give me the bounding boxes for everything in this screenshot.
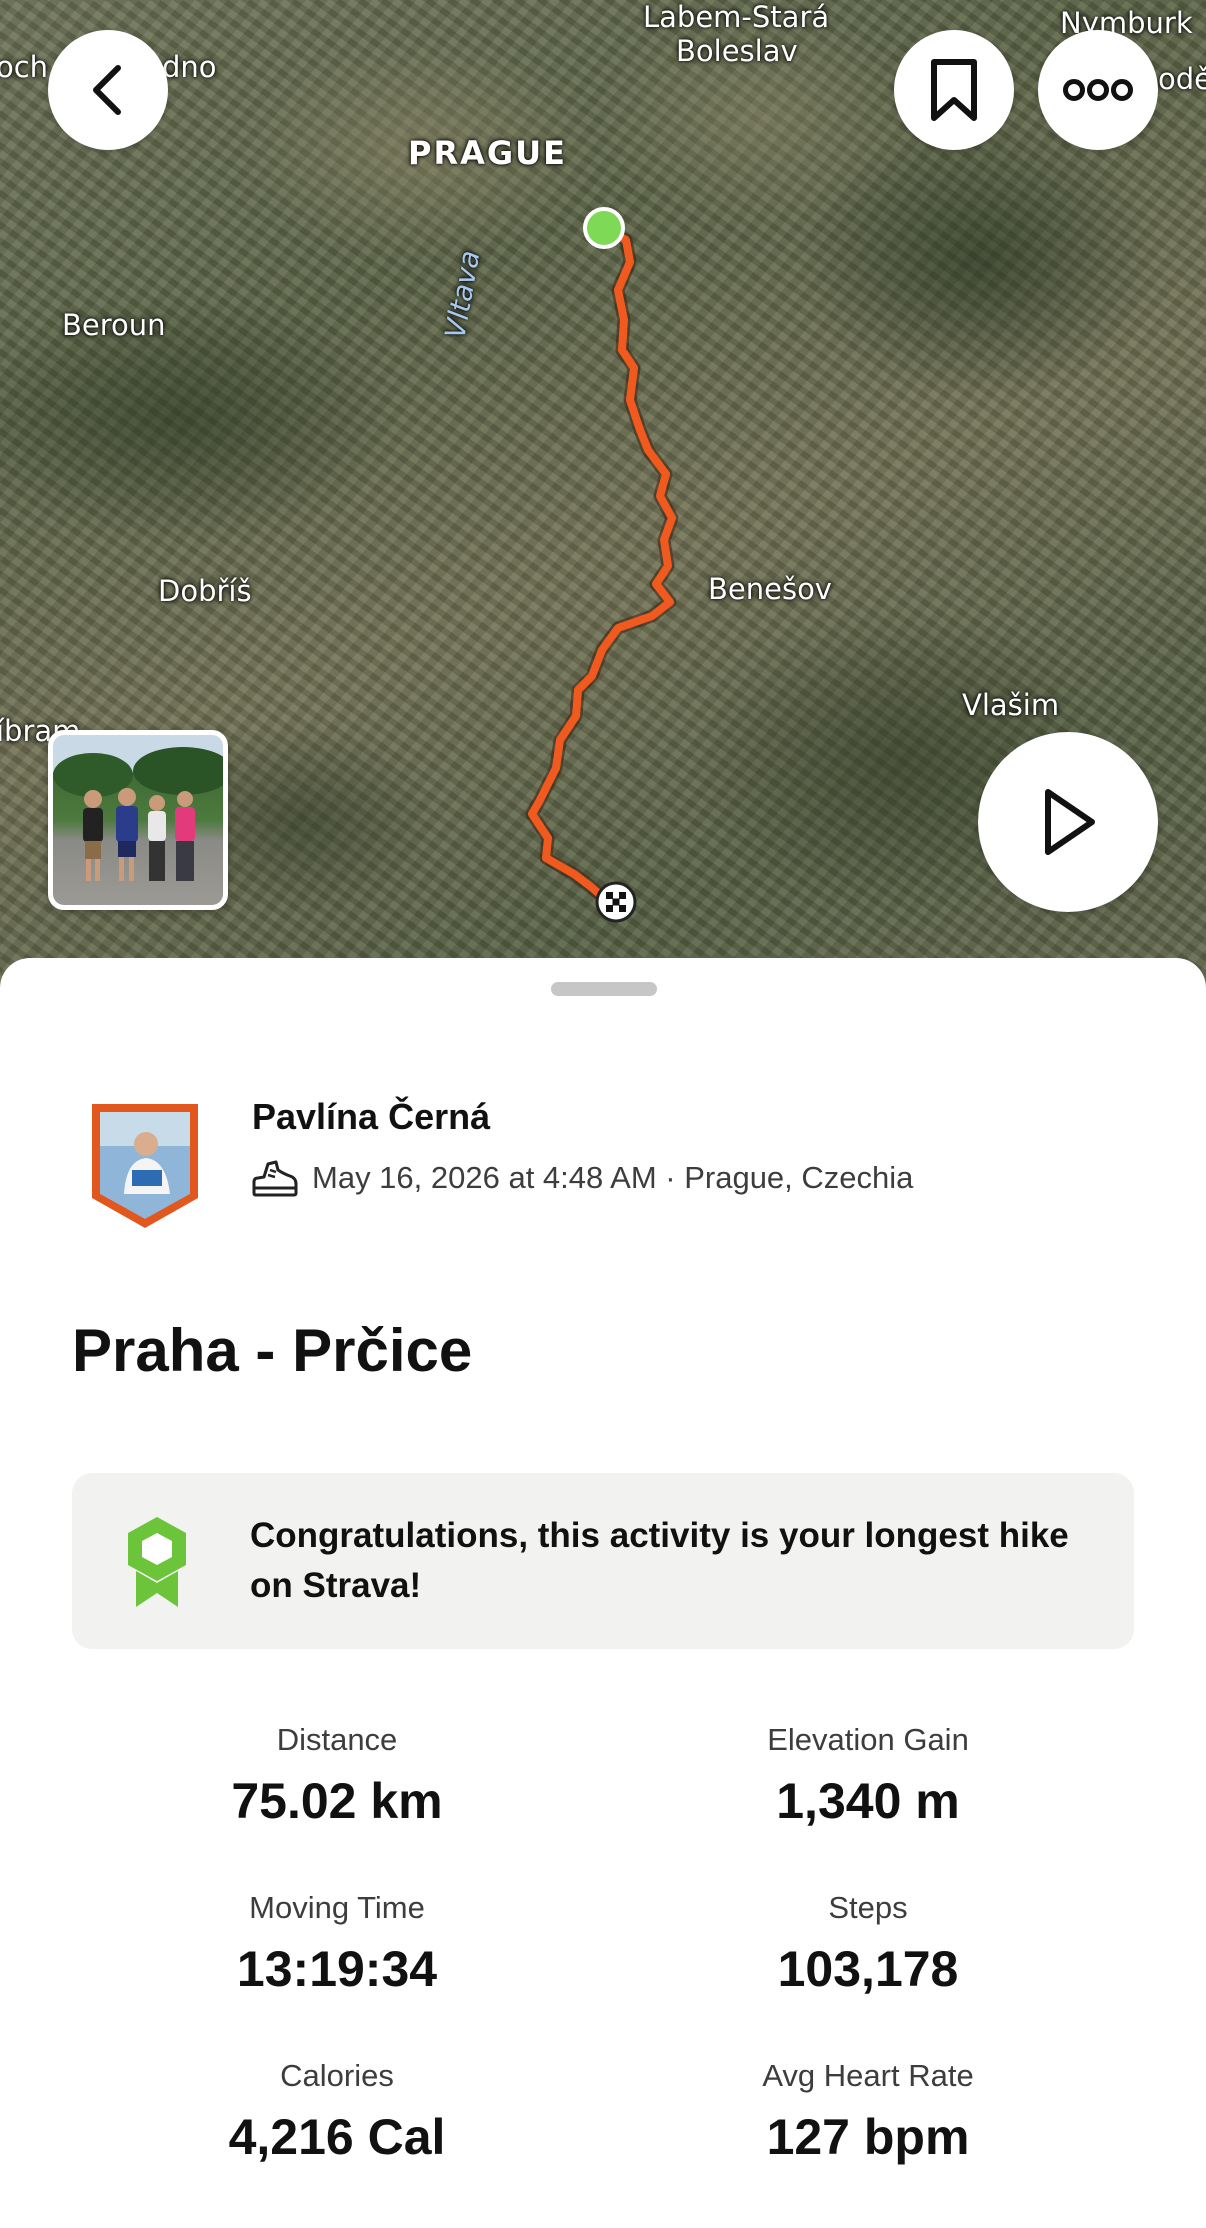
group-photo-image [53,747,223,881]
stat-label: Steps [828,1890,908,1925]
stat-label: Calories [280,2058,394,2093]
stat-steps: Steps 103,178 [618,1890,1118,1998]
route-map[interactable]: och dno Labem-Stará Boleslav Nymburk odě… [0,0,1206,990]
stat-moving-time: Moving Time 13:19:34 [87,1890,587,1998]
bookmark-icon [931,59,977,121]
chevron-left-icon [93,65,121,115]
activity-photo-thumbnail[interactable] [48,730,228,910]
route-start-marker [583,207,625,249]
route-path [528,224,676,902]
medal-icon [128,1517,186,1607]
back-button[interactable] [48,30,168,150]
hiking-shoe-icon [252,1160,298,1197]
stat-elevation-gain: Elevation Gain 1,340 m [618,1722,1118,1830]
stat-value: 13:19:34 [236,1941,438,1997]
stat-label: Elevation Gain [767,1722,969,1757]
stat-label: Moving Time [249,1890,425,1925]
stat-value: 4,216 Cal [228,2109,446,2165]
achievement-banner[interactable]: Congratulations, this activity is your l… [72,1473,1134,1649]
activity-title: Praha - Prčice [72,1317,473,1384]
play-flyover-button[interactable] [978,732,1158,912]
more-options-button[interactable] [1038,30,1158,150]
play-icon [1045,789,1095,855]
achievement-text: Congratulations, this activity is your l… [250,1516,1069,1605]
more-horizontal-icon [1063,79,1133,101]
athlete-name[interactable]: Pavlína Černá [252,1096,490,1138]
bookmark-button[interactable] [894,30,1014,150]
stat-value: 75.02 km [231,1773,443,1829]
activity-detail-sheet[interactable]: Pavlína Černá May 16, 2026 at 4:48 AM · … [0,958,1206,2228]
stat-distance: Distance 75.02 km [87,1722,587,1830]
route-line [525,221,679,905]
avatar[interactable] [84,1098,206,1232]
stat-avg-heart-rate: Avg Heart Rate 127 bpm [618,2058,1118,2166]
stat-value: 103,178 [777,1941,959,1997]
athlete-avatar-badge [92,1104,198,1228]
stat-value: 1,340 m [776,1773,960,1829]
stat-calories: Calories 4,216 Cal [87,2058,587,2166]
activity-meta: May 16, 2026 at 4:48 AM · Prague, Czechi… [250,1158,913,1198]
stat-label: Avg Heart Rate [762,2058,974,2093]
activity-date-location: May 16, 2026 at 4:48 AM · Prague, Czechi… [312,1160,914,1195]
route-finish-marker [595,881,637,923]
stat-label: Distance [276,1722,398,1757]
stat-value: 127 bpm [766,2109,970,2165]
sheet-grabber[interactable] [551,982,657,996]
